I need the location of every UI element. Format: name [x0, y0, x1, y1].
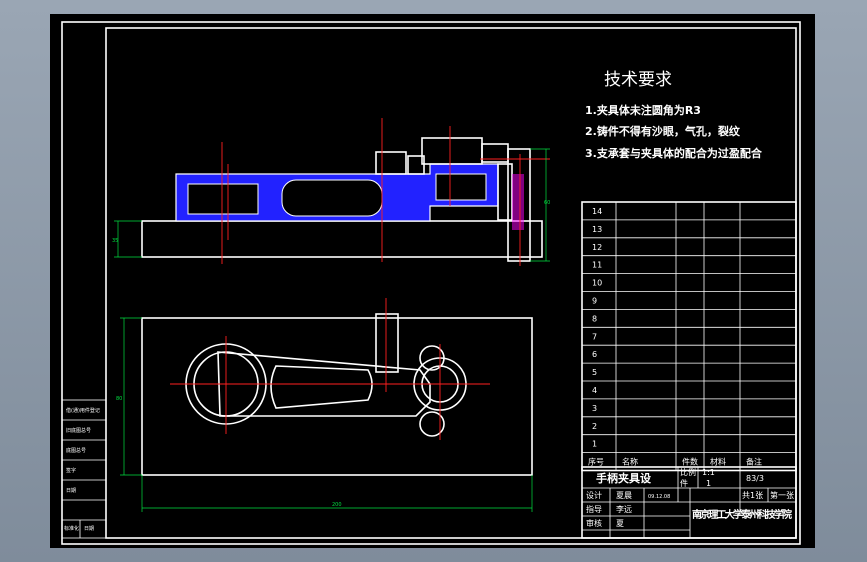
tech-req-2: 2.铸件不得有沙眼，气孔，裂纹	[585, 124, 741, 138]
count-value: 1	[706, 479, 711, 488]
date: 09.12.08	[648, 494, 670, 500]
scale-value: 1:1	[702, 468, 715, 477]
parts-row-number: 13	[592, 225, 602, 234]
cad-drawing: 借(通)用件登记 旧底图总号 底图总号 签字 日期 标准化 日期 技术要求 1.…	[61, 21, 801, 545]
parts-row-number: 14	[592, 207, 602, 216]
drafter-label: 指导	[586, 504, 602, 514]
school-name: 南京理工大学泰州科技学院	[692, 508, 792, 521]
parts-row-number: 10	[592, 279, 602, 288]
left-strip: 借(通)用件登记 旧底图总号 底图总号 签字 日期 标准化 日期	[61, 399, 107, 539]
parts-row-number: 1	[592, 440, 597, 449]
parts-row-number: 5	[592, 368, 597, 377]
title-block: 手柄夹具设 比例 1:1 件 1 83/3 设计 夏晨 09.12.08 共1张…	[581, 466, 797, 539]
strip-cell: 旧底图总号	[66, 427, 91, 434]
parts-row-number: 4	[592, 386, 597, 395]
parts-row-number: 7	[592, 332, 597, 341]
parts-row-number: 6	[592, 350, 597, 359]
plan-base	[141, 317, 533, 476]
parts-row-number: 9	[592, 297, 597, 306]
count-label: 件	[680, 478, 688, 488]
plan-clamp	[375, 313, 399, 373]
clamp-head	[421, 137, 483, 165]
sheet-label: 共1张	[742, 491, 763, 500]
parts-list-table: 14 13 12 11 10 9 8 7 6 5 4 3 2 1 序号 名称 件数 材料 备注	[581, 201, 797, 472]
drawing-name: 手柄夹具设	[596, 471, 652, 485]
plan-view: 80 200	[116, 298, 533, 512]
parts-row-number: 11	[592, 261, 602, 270]
parts-header: 备注	[746, 457, 762, 467]
parts-header: 材料	[710, 457, 726, 467]
parts-row-number: 8	[592, 314, 597, 323]
parts-header: 序号	[588, 457, 604, 467]
design-label: 设计	[586, 490, 602, 500]
checker: 夏	[616, 519, 624, 528]
parts-header: 件数	[682, 457, 698, 467]
support-block	[375, 151, 407, 175]
dim-front-height: 35	[112, 238, 118, 244]
parts-row-number: 3	[592, 404, 597, 413]
strip-cell: 日期	[66, 488, 76, 494]
dim-plan-width: 200	[332, 502, 342, 508]
checker-label: 审核	[586, 518, 602, 528]
strip-cell: 借(通)用件登记	[66, 407, 100, 414]
drafter: 李远	[616, 504, 632, 514]
tech-req-1: 1.夹具体未注圆角为R3	[585, 103, 701, 117]
parts-row-number: 12	[592, 243, 602, 252]
base-plate	[141, 220, 543, 258]
designer: 夏晨	[616, 491, 632, 500]
scale-label: 比例	[680, 467, 696, 477]
dim-plan-height: 80	[116, 396, 122, 402]
dim-right-height: 60	[544, 200, 550, 206]
parts-header: 名称	[622, 457, 638, 467]
tech-req-title: 技术要求	[604, 70, 672, 90]
strip-cell: 日期	[84, 526, 94, 532]
strip-cell: 底图总号	[66, 447, 86, 454]
drawing-sheet: 借(通)用件登记 旧底图总号 底图总号 签字 日期 标准化 日期 技术要求 1.…	[50, 14, 815, 548]
strip-cell: 签字	[66, 467, 76, 474]
drawing-no: 83/3	[746, 474, 764, 483]
front-view: 35 60	[112, 118, 550, 266]
tech-req-3: 3.支承套与夹具体的配合为过盈配合	[585, 146, 763, 160]
strip-cell: 标准化	[64, 525, 79, 532]
sheet-no: 第一张	[770, 490, 794, 500]
parts-row-number: 2	[592, 422, 597, 431]
